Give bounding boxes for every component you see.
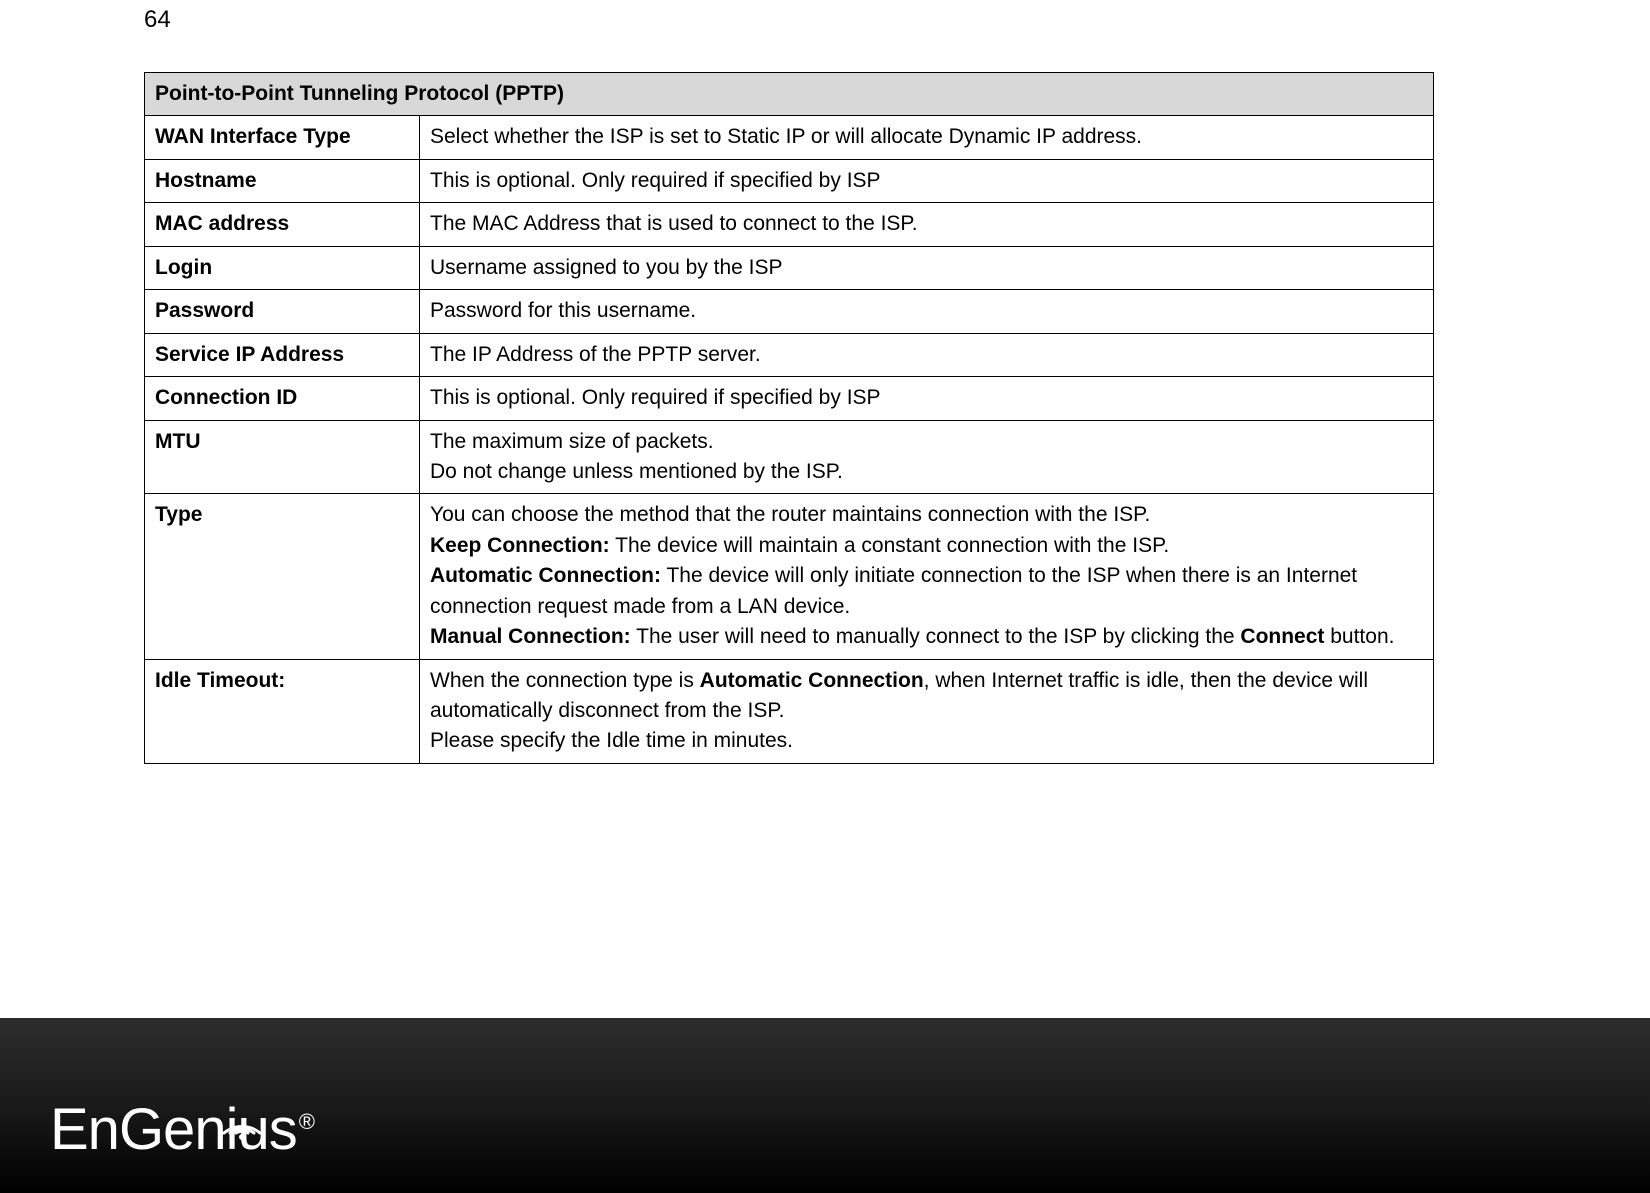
type-manual-text-a: The user will need to manually connect t… — [631, 625, 1241, 648]
page-footer: EnGenius® — [0, 1018, 1650, 1193]
page-number: 64 — [144, 6, 171, 34]
content-area: Point-to-Point Tunneling Protocol (PPTP)… — [144, 72, 1434, 764]
table-row: Type You can choose the method that the … — [145, 494, 1434, 659]
row-label: Password — [145, 290, 420, 333]
idle-text-a: When the connection type is — [430, 669, 700, 692]
type-keep-text: The device will maintain a constant conn… — [610, 534, 1170, 557]
row-text-line: Do not change unless mentioned by the IS… — [430, 460, 843, 483]
brand-logo: EnGenius® — [50, 1087, 314, 1159]
row-value: The MAC Address that is used to connect … — [420, 203, 1434, 246]
table-row: MAC address The MAC Address that is used… — [145, 203, 1434, 246]
row-value: You can choose the method that the route… — [420, 494, 1434, 659]
row-value: This is optional. Only required if speci… — [420, 377, 1434, 420]
row-value: Username assigned to you by the ISP — [420, 246, 1434, 289]
registered-icon: ® — [299, 1109, 314, 1134]
pptp-table: Point-to-Point Tunneling Protocol (PPTP)… — [144, 72, 1434, 764]
type-intro: You can choose the method that the route… — [430, 503, 1150, 526]
table-row: Login Username assigned to you by the IS… — [145, 246, 1434, 289]
row-label: MTU — [145, 420, 420, 494]
row-value: The IP Address of the PPTP server. — [420, 333, 1434, 376]
row-label: Idle Timeout: — [145, 659, 420, 763]
table-header-cell: Point-to-Point Tunneling Protocol (PPTP) — [145, 73, 1434, 116]
signal-icon — [216, 1093, 268, 1145]
table-row: Password Password for this username. — [145, 290, 1434, 333]
table-row: Hostname This is optional. Only required… — [145, 159, 1434, 202]
row-value: Password for this username. — [420, 290, 1434, 333]
type-manual-bold: Connect — [1240, 625, 1324, 648]
table-row: Connection ID This is optional. Only req… — [145, 377, 1434, 420]
row-label: Hostname — [145, 159, 420, 202]
row-text-line: The maximum size of packets. — [430, 430, 714, 453]
row-label: MAC address — [145, 203, 420, 246]
type-manual-label: Manual Connection: — [430, 625, 631, 648]
table-row: Service IP Address The IP Address of the… — [145, 333, 1434, 376]
table-header-row: Point-to-Point Tunneling Protocol (PPTP) — [145, 73, 1434, 116]
row-value: This is optional. Only required if speci… — [420, 159, 1434, 202]
table-row: Idle Timeout: When the connection type i… — [145, 659, 1434, 763]
table-row: WAN Interface Type Select whether the IS… — [145, 116, 1434, 159]
row-label: Login — [145, 246, 420, 289]
row-label: Type — [145, 494, 420, 659]
row-value: The maximum size of packets. Do not chan… — [420, 420, 1434, 494]
type-keep-label: Keep Connection: — [430, 534, 610, 557]
row-label: WAN Interface Type — [145, 116, 420, 159]
idle-text-c: Please specify the Idle time in minutes. — [430, 729, 793, 752]
row-label: Connection ID — [145, 377, 420, 420]
type-manual-text-b: button. — [1324, 625, 1394, 648]
row-value: When the connection type is Automatic Co… — [420, 659, 1434, 763]
row-label: Service IP Address — [145, 333, 420, 376]
brand-logo-text: EnGenius® — [50, 1101, 314, 1159]
type-auto-label: Automatic Connection: — [430, 564, 661, 587]
row-value: Select whether the ISP is set to Static … — [420, 116, 1434, 159]
table-row: MTU The maximum size of packets. Do not … — [145, 420, 1434, 494]
idle-bold: Automatic Connection — [700, 669, 924, 692]
